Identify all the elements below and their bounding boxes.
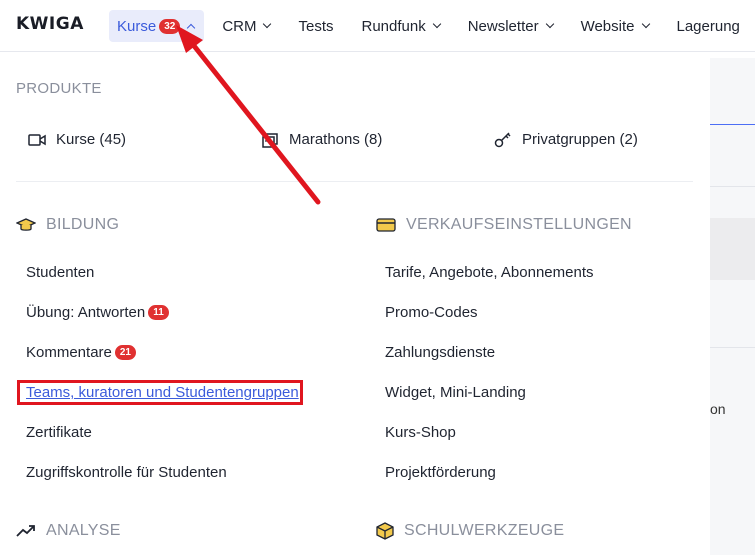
arrow-annotation-icon bbox=[176, 25, 321, 205]
